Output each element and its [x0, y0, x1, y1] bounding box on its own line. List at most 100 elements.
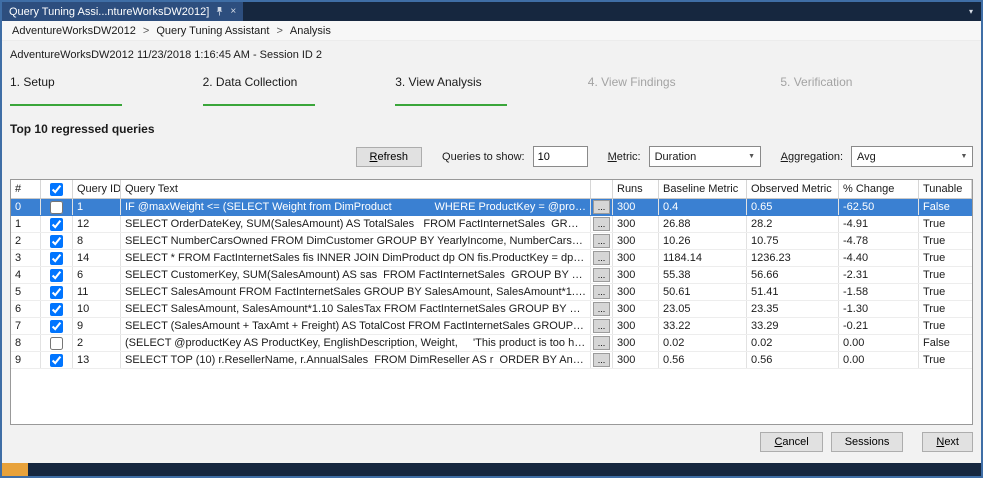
qta-window: Query Tuning Assi...ntureWorksDW2012] × … [0, 0, 983, 478]
table-row[interactable]: 6 10 SELECT SalesAmount, SalesAmount*1.10 … [11, 301, 972, 318]
refresh-button[interactable]: Refresh [355, 146, 423, 167]
tab-list-dropdown-icon[interactable]: ▾ [969, 7, 981, 16]
table-row[interactable]: 1 12 SELECT OrderDateKey, SUM(SalesAmount)… [11, 216, 972, 233]
query-detail-button[interactable]: ... [593, 217, 610, 231]
row-checkbox-cell [41, 216, 73, 232]
tunable-cell: True [923, 235, 946, 247]
header-runs[interactable]: Runs [613, 180, 659, 198]
document-tab-strip: Query Tuning Assi...ntureWorksDW2012] × … [2, 2, 981, 21]
row-index-cell: 7 [11, 318, 41, 334]
table-row[interactable]: 5 11 SELECT SalesAmount FROM FactInternetS… [11, 284, 972, 301]
query-detail-button[interactable]: ... [593, 336, 610, 350]
percent-change-cell: -1.30 [839, 301, 919, 317]
tunable-cell: True [923, 286, 946, 298]
queries-grid: # Query ID Query Text Runs Baseline Metr… [10, 179, 973, 425]
table-row[interactable]: 8 2 (SELECT @productKey AS ProductKey, Eng… [11, 335, 972, 352]
query-detail-button[interactable]: ... [593, 353, 610, 367]
query-detail-button[interactable]: ... [593, 200, 610, 214]
breadcrumb-item[interactable]: AdventureWorksDW2012 [12, 25, 136, 37]
wizard-steps: 1. Setup 2. Data Collection 3. View Analys… [10, 75, 973, 106]
baseline-metric-cell: 55.38 [659, 267, 747, 283]
row-checkbox-cell [41, 267, 73, 283]
row-checkbox[interactable] [50, 302, 63, 316]
query-id-cell: 2 [73, 335, 121, 351]
table-row[interactable]: 0 1 IF @maxWeight <= (SELECT Weight from D… [11, 199, 972, 216]
query-id-cell: 11 [73, 284, 121, 300]
metric-label: Metric: [607, 150, 641, 163]
row-checkbox[interactable] [50, 234, 63, 248]
query-text-cell: SELECT * FROM FactInternetSales fis INNE… [121, 250, 591, 266]
tunable-cell: True [923, 320, 946, 332]
aggregation-select[interactable]: Avg ▼ [851, 146, 973, 167]
query-text-cell: SELECT OrderDateKey, SUM(SalesAmount) AS… [121, 216, 591, 232]
wizard-step-progress [588, 104, 700, 106]
header-baseline-metric[interactable]: Baseline Metric [659, 180, 747, 198]
query-detail-button[interactable]: ... [593, 302, 610, 316]
row-index-cell: 9 [11, 352, 41, 368]
runs-cell: 300 [613, 335, 659, 351]
header-query-id[interactable]: Query ID [73, 180, 121, 198]
wizard-step: 3. View Analysis [395, 75, 588, 106]
query-detail-cell: ... [591, 267, 613, 283]
query-detail-button[interactable]: ... [593, 319, 610, 333]
header-tunable[interactable]: Tunable [919, 180, 972, 198]
header-index[interactable]: # [11, 180, 41, 198]
query-text-cell: (SELECT @productKey AS ProductKey, Engli… [121, 335, 591, 351]
runs-cell: 300 [613, 267, 659, 283]
baseline-metric-cell: 26.88 [659, 216, 747, 232]
query-id-cell: 12 [73, 216, 121, 232]
wizard-step-progress [10, 104, 122, 106]
query-id-cell: 1 [73, 199, 121, 215]
query-detail-button[interactable]: ... [593, 234, 610, 248]
runs-cell: 300 [613, 199, 659, 215]
row-checkbox[interactable] [50, 268, 63, 282]
row-checkbox[interactable] [50, 319, 63, 333]
header-checkbox[interactable] [50, 182, 63, 196]
pin-icon[interactable] [215, 6, 224, 17]
tunable-cell: True [923, 303, 946, 315]
row-checkbox[interactable] [50, 285, 63, 299]
header-observed-metric[interactable]: Observed Metric [747, 180, 839, 198]
percent-change-cell: -4.91 [839, 216, 919, 232]
wizard-step: 4. View Findings [588, 75, 781, 106]
row-checkbox[interactable] [50, 217, 63, 231]
percent-change-cell: -0.21 [839, 318, 919, 334]
row-checkbox[interactable] [50, 353, 63, 367]
header-query-text[interactable]: Query Text [121, 180, 591, 198]
close-icon[interactable]: × [230, 6, 236, 17]
cancel-button[interactable]: Cancel [760, 432, 823, 452]
row-index-cell: 3 [11, 250, 41, 266]
observed-metric-cell: 56.66 [747, 267, 839, 283]
metric-select[interactable]: Duration ▼ [648, 146, 761, 167]
percent-change-cell: -4.78 [839, 233, 919, 249]
aggregation-selected-value: Avg [857, 150, 876, 163]
table-row[interactable]: 3 14 SELECT * FROM FactInternetSales fis I… [11, 250, 972, 267]
document-tab[interactable]: Query Tuning Assi...ntureWorksDW2012] × [2, 2, 244, 21]
table-row[interactable]: 7 9 SELECT (SalesAmount + TaxAmt + Freight… [11, 318, 972, 335]
observed-metric-cell: 33.29 [747, 318, 839, 334]
query-detail-cell: ... [591, 301, 613, 317]
breadcrumb-separator: > [142, 24, 150, 37]
runs-cell: 300 [613, 216, 659, 232]
header-percent-change[interactable]: % Change [839, 180, 919, 198]
sessions-button[interactable]: Sessions [830, 432, 904, 452]
runs-cell: 300 [613, 233, 659, 249]
row-checkbox[interactable] [50, 251, 63, 265]
next-button[interactable]: Next [922, 432, 973, 452]
baseline-metric-cell: 33.22 [659, 318, 747, 334]
baseline-metric-cell: 23.05 [659, 301, 747, 317]
wizard-step-label: 4. View Findings [587, 75, 676, 89]
observed-metric-cell: 23.35 [747, 301, 839, 317]
table-row[interactable]: 4 6 SELECT CustomerKey, SUM(SalesAmount) A… [11, 267, 972, 284]
table-row[interactable]: 9 13 SELECT TOP (10) r.ResellerName, r.Ann… [11, 352, 972, 369]
row-checkbox[interactable] [50, 336, 63, 350]
header-checkbox-cell [41, 180, 73, 198]
query-detail-button[interactable]: ... [593, 268, 610, 282]
baseline-metric-cell: 10.26 [659, 233, 747, 249]
queries-to-show-input[interactable] [532, 146, 588, 167]
query-detail-button[interactable]: ... [593, 285, 610, 299]
query-detail-button[interactable]: ... [593, 251, 610, 265]
breadcrumb-item[interactable]: Query Tuning Assistant [156, 25, 269, 37]
row-checkbox[interactable] [50, 200, 63, 214]
table-row[interactable]: 2 8 SELECT NumberCarsOwned FROM DimCustome… [11, 233, 972, 250]
